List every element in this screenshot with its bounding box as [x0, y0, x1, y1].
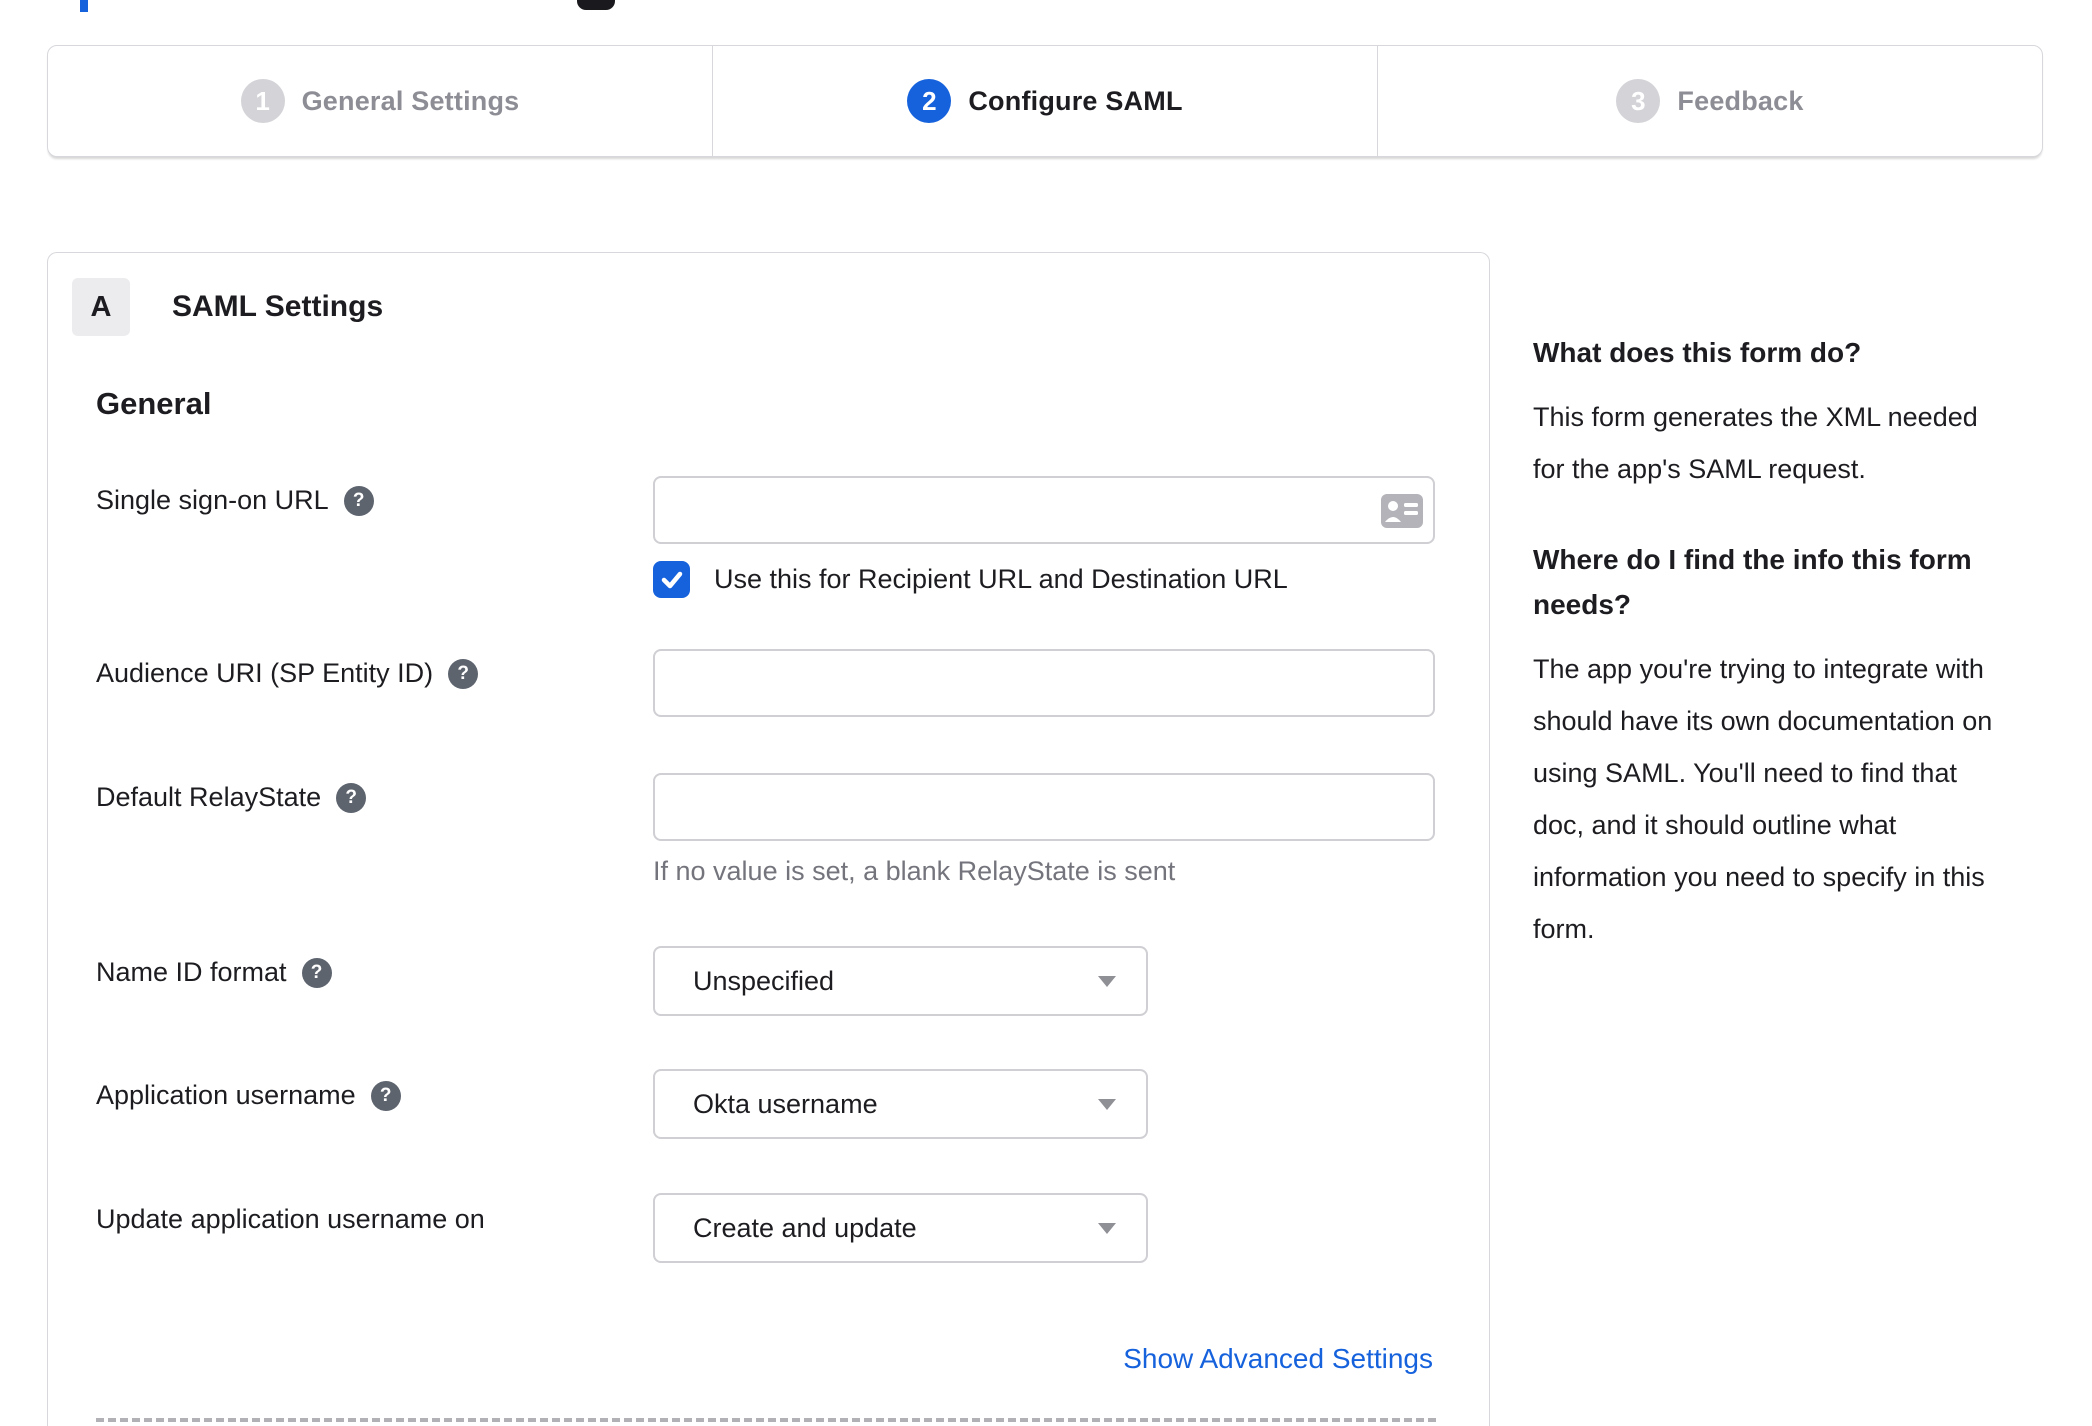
name-id-format-value: Unspecified: [693, 965, 835, 996]
relay-state-helper-text: If no value is set, a blank RelayState i…: [653, 856, 1176, 886]
relay-state-input[interactable]: [653, 773, 1435, 841]
name-id-format-label: Name ID format ?: [96, 957, 332, 988]
saml-wizard-screen: 1 General Settings 2 Configure SAML 3 Fe…: [0, 0, 2092, 1426]
help-icon[interactable]: ?: [301, 957, 332, 988]
checkmark-icon: [661, 571, 682, 588]
saml-settings-panel: A SAML Settings General Single sign-on U…: [47, 252, 1490, 1426]
panel-title: SAML Settings: [172, 290, 384, 323]
sso-url-input[interactable]: [653, 476, 1435, 544]
recipient-url-checkbox-label[interactable]: Use this for Recipient URL and Destinati…: [714, 564, 1288, 595]
relay-state-label: Default RelayState ?: [96, 782, 367, 813]
update-app-username-select[interactable]: Create and update: [653, 1193, 1148, 1263]
help-icon[interactable]: ?: [448, 658, 479, 689]
step-label: Feedback: [1677, 85, 1804, 116]
stepper-step-configure-saml[interactable]: 2 Configure SAML: [712, 46, 1377, 156]
show-advanced-settings-link[interactable]: Show Advanced Settings: [1123, 1343, 1433, 1375]
sidebar-paragraph-what: This form generates the XML needed for t…: [1533, 402, 1978, 484]
stepper-step-feedback[interactable]: 3 Feedback: [1377, 46, 2042, 156]
sidebar-heading-what: What does this form do?: [1533, 337, 1862, 368]
chevron-down-icon: [1098, 1222, 1116, 1234]
step-label: Configure SAML: [968, 85, 1183, 116]
cropped-black-icon-fragment: [577, 0, 615, 10]
step-number-badge: 1: [240, 79, 285, 123]
step-number-badge: 2: [907, 79, 952, 123]
recipient-url-checkbox[interactable]: [653, 561, 690, 598]
sidebar-paragraph-where: The app you're trying to integrate with …: [1533, 654, 1993, 944]
dashed-divider: [96, 1418, 1436, 1422]
sidebar-heading-where: Where do I find the info this form needs…: [1533, 544, 1972, 620]
app-username-value: Okta username: [693, 1088, 878, 1119]
audience-uri-input[interactable]: [653, 649, 1435, 717]
stepper-step-general-settings[interactable]: 1 General Settings: [48, 46, 712, 156]
chevron-down-icon: [1098, 1098, 1116, 1110]
step-number-badge: 3: [1616, 79, 1661, 123]
app-username-select[interactable]: Okta username: [653, 1069, 1148, 1139]
sso-url-label: Single sign-on URL ?: [96, 485, 374, 516]
step-label: General Settings: [301, 85, 520, 116]
help-icon[interactable]: ?: [343, 485, 374, 516]
section-badge: A: [72, 278, 130, 336]
wizard-stepper: 1 General Settings 2 Configure SAML 3 Fe…: [47, 45, 2043, 157]
name-id-format-select[interactable]: Unspecified: [653, 946, 1148, 1016]
help-sidebar: What does this form do? This form genera…: [1533, 330, 2048, 997]
update-app-username-label: Update application username on: [96, 1204, 485, 1234]
panel-header: A SAML Settings: [72, 278, 383, 336]
help-icon[interactable]: ?: [336, 782, 367, 813]
cropped-blue-header-fragment: [80, 0, 88, 12]
recipient-url-checkbox-row: Use this for Recipient URL and Destinati…: [653, 561, 1288, 598]
audience-uri-label: Audience URI (SP Entity ID) ?: [96, 658, 479, 689]
help-icon[interactable]: ?: [370, 1080, 401, 1111]
chevron-down-icon: [1098, 975, 1116, 987]
app-username-label: Application username ?: [96, 1080, 401, 1111]
update-app-username-value: Create and update: [693, 1212, 917, 1243]
group-title-general: General: [96, 386, 212, 421]
